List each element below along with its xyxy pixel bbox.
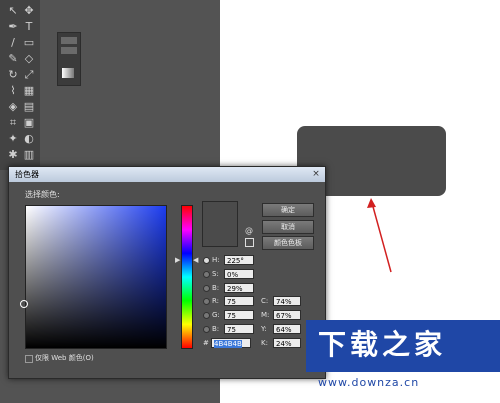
mesh-tool-icon[interactable]: ⌗: [6, 116, 20, 130]
ok-button[interactable]: 确定: [262, 203, 314, 217]
perspective-grid-tool-icon[interactable]: ▤: [22, 100, 36, 114]
rgb-label: G:: [212, 311, 220, 319]
panel-row[interactable]: [61, 37, 77, 44]
symbol-sprayer-tool-icon[interactable]: ✱: [6, 148, 20, 162]
select-color-label: 选择颜色:: [25, 190, 60, 199]
rectangle-tool-icon[interactable]: ▭: [22, 36, 36, 50]
shape-builder-tool-icon[interactable]: ◈: [6, 100, 20, 114]
selection-tool-icon[interactable]: ↖: [6, 4, 20, 18]
panel-row[interactable]: [61, 47, 77, 54]
rgb-radio[interactable]: [203, 312, 210, 319]
cmyk-label: C:: [261, 297, 269, 305]
gradient-tool-icon[interactable]: ▣: [22, 116, 36, 130]
type-tool-icon[interactable]: T: [22, 20, 36, 34]
hsb-value-input[interactable]: 0%: [224, 269, 254, 279]
lasso-tool-icon[interactable]: ✥: [22, 4, 36, 18]
pen-tool-icon[interactable]: ✒: [6, 20, 20, 34]
hsb-value-input[interactable]: 29%: [224, 283, 254, 293]
hsb-label: S:: [212, 270, 219, 278]
color-picker-dialog: 拾色器 × 选择颜色: ▶ ◀ 确定 取消 颜色色板 @ H: 225° S: 0% B…: [8, 166, 326, 379]
scale-tool-icon[interactable]: ⤢: [22, 68, 36, 82]
dialog-title-bar[interactable]: 拾色器 ×: [9, 167, 325, 182]
rotate-tool-icon[interactable]: ↻: [6, 68, 20, 82]
cmyk-value-input[interactable]: 24%: [273, 338, 301, 348]
web-colors-only-checkbox[interactable]: [25, 355, 33, 363]
rgb-value-input[interactable]: 75: [224, 310, 254, 320]
watermark-url: www.downza.cn: [318, 376, 420, 389]
free-transform-tool-icon[interactable]: ▦: [22, 84, 36, 98]
hue-slider[interactable]: [181, 205, 193, 349]
hue-slider-left-marker-icon[interactable]: ▶: [175, 256, 180, 264]
web-safe-warning-icon[interactable]: @: [245, 226, 253, 235]
cmyk-label: Y:: [261, 325, 267, 333]
cmyk-value-input[interactable]: 67%: [273, 310, 301, 320]
rgb-radio[interactable]: [203, 326, 210, 333]
warp-tool-icon[interactable]: ⌇: [6, 84, 20, 98]
cmyk-value-input[interactable]: 74%: [273, 296, 301, 306]
rgb-value-input[interactable]: 75: [224, 324, 254, 334]
cancel-button[interactable]: 取消: [262, 220, 314, 234]
cmyk-field-row: C: 74%: [261, 296, 329, 307]
hsb-label: B:: [212, 284, 220, 292]
rgb-label: R:: [212, 297, 220, 305]
hex-field-row: #4B4B4B: [203, 338, 263, 349]
web-safe-cube-icon[interactable]: [245, 238, 254, 247]
hsb-radio[interactable]: [203, 271, 210, 278]
hsb-field-row: H: 225°: [203, 255, 273, 266]
gradient-swatch-icon[interactable]: [62, 68, 74, 78]
hsb-field-row: B: 29%: [203, 283, 273, 294]
eyedropper-tool-icon[interactable]: ✦: [6, 132, 20, 146]
line-tool-icon[interactable]: /: [6, 36, 20, 50]
color-preview-swatch: [202, 201, 238, 247]
color-cursor[interactable]: [20, 300, 28, 308]
annotation-arrow-icon: [367, 198, 392, 273]
watermark-text: 下载之家: [318, 328, 447, 361]
rgb-radio[interactable]: [203, 298, 210, 305]
cmyk-value-input[interactable]: 64%: [273, 324, 301, 334]
collapsed-panel[interactable]: [57, 32, 81, 86]
hsb-radio[interactable]: [203, 285, 210, 292]
color-swatches-button[interactable]: 颜色色板: [262, 236, 314, 250]
tools-panel: ↖ ✥ ✒ T / ▭ ✎ ◇ ↻ ⤢ ⌇ ▦ ◈ ▤ ⌗ ▣ ✦ ◐ ✱ ▥: [0, 0, 40, 170]
close-icon[interactable]: ×: [311, 169, 321, 179]
dialog-title: 拾色器: [15, 170, 39, 179]
pencil-tool-icon[interactable]: ✎: [6, 52, 20, 66]
saturation-brightness-field[interactable]: [25, 205, 167, 349]
hue-slider-right-marker-icon[interactable]: ◀: [193, 256, 198, 264]
hsb-field-row: S: 0%: [203, 269, 273, 280]
hex-value-selection: 4B4B4B: [214, 340, 242, 348]
blend-tool-icon[interactable]: ◐: [22, 132, 36, 146]
cmyk-label: M:: [261, 311, 270, 319]
hsb-radio[interactable]: [203, 257, 210, 264]
graph-tool-icon[interactable]: ▥: [22, 148, 36, 162]
rgb-label: B:: [212, 325, 220, 333]
hsb-label: H:: [212, 256, 220, 264]
web-colors-only-label: 仅限 Web 颜色(O): [35, 354, 94, 362]
hsb-value-input[interactable]: 225°: [224, 255, 254, 265]
rgb-value-input[interactable]: 75: [224, 296, 254, 306]
eraser-tool-icon[interactable]: ◇: [22, 52, 36, 66]
hex-value-input[interactable]: 4B4B4B: [211, 338, 251, 348]
hex-label: #: [203, 339, 209, 347]
